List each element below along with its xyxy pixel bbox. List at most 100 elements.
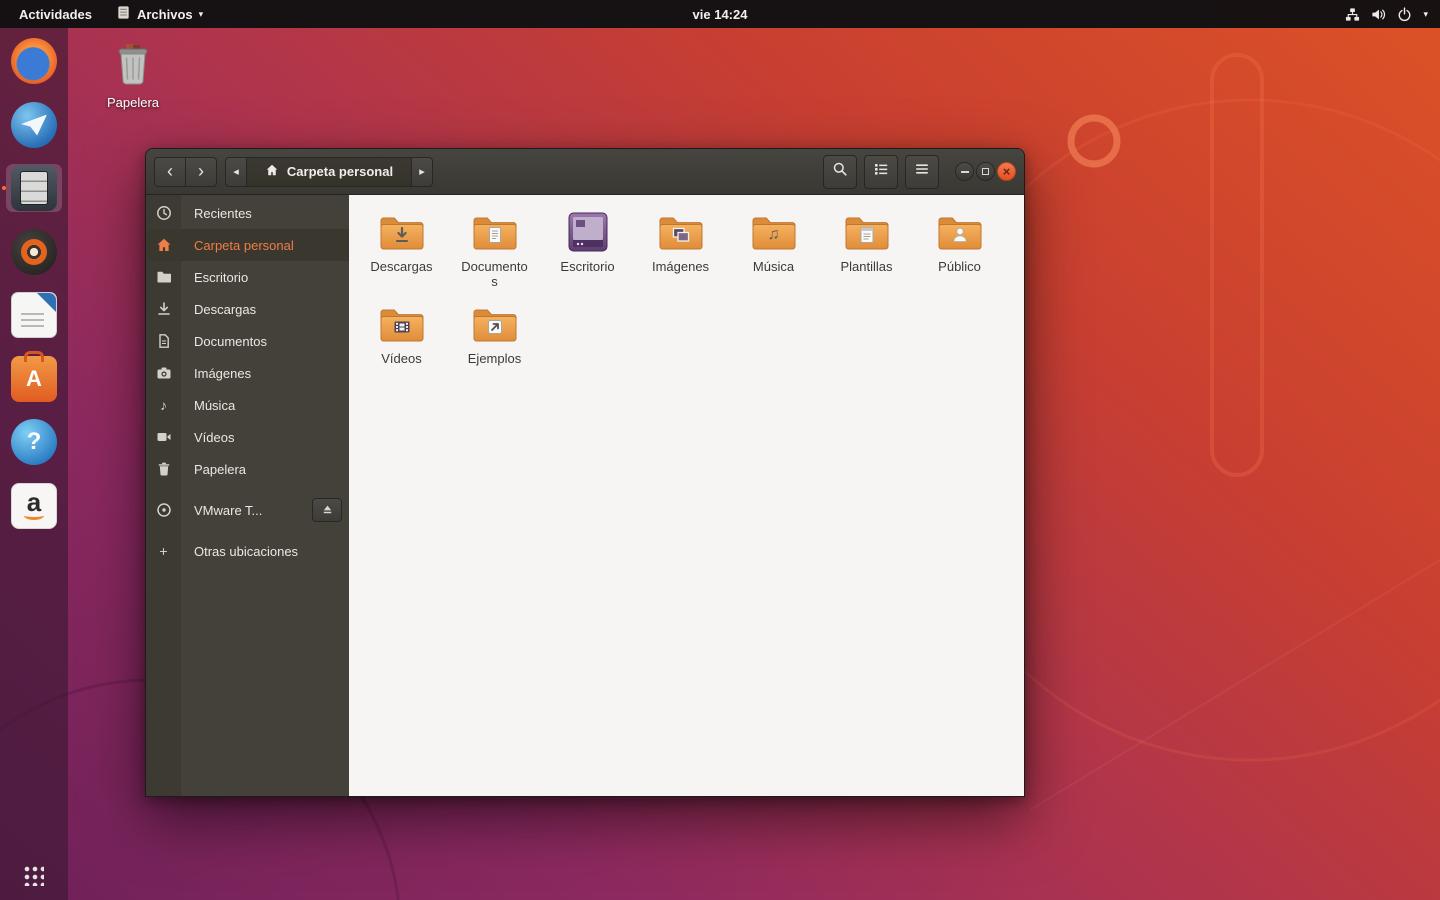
search-icon	[832, 161, 848, 182]
thunderbird-icon	[11, 102, 57, 148]
sidebar-item-recientes[interactable]: Recientes	[146, 197, 349, 229]
sidebar-item-descargas[interactable]: Descargas	[146, 293, 349, 325]
clock-button[interactable]: vie 14:24	[693, 0, 748, 28]
menu-button[interactable]	[905, 155, 939, 189]
bird-shape	[21, 115, 47, 136]
app-grid-icon	[24, 866, 44, 886]
amazon-icon: a	[11, 483, 57, 529]
files-icon	[11, 165, 57, 211]
running-indicator	[2, 186, 6, 190]
maximize-icon	[982, 168, 989, 175]
dock-item-amazon[interactable]: a	[6, 482, 62, 530]
file-item-plantillas[interactable]: Plantillas	[820, 209, 913, 301]
file-item-videos[interactable]: Vídeos	[355, 301, 448, 393]
libreoffice-writer-icon	[11, 292, 57, 338]
download-icon	[146, 301, 181, 317]
clock-icon	[146, 205, 181, 221]
forward-button[interactable]: ›	[185, 157, 217, 187]
sidebar-item-vmware-device[interactable]: VMware T...	[146, 494, 349, 526]
dock: A ? a	[0, 28, 68, 900]
folder-icon	[843, 209, 891, 257]
dock-item-thunderbird[interactable]	[6, 101, 62, 149]
page-corner-shape	[37, 293, 56, 312]
breadcrumb-label: Carpeta personal	[287, 164, 393, 179]
path-forward-button[interactable]: ▸	[411, 157, 433, 187]
view-toggle-button[interactable]	[864, 155, 898, 189]
file-item-ejemplos[interactable]: Ejemplos	[448, 301, 541, 393]
path-back-button[interactable]: ◂	[225, 157, 247, 187]
sidebar-item-videos[interactable]: Vídeos	[146, 421, 349, 453]
rhythmbox-icon	[11, 229, 57, 275]
trash-can-icon	[110, 42, 156, 93]
eject-icon	[321, 500, 334, 521]
breadcrumb[interactable]: Carpeta personal	[246, 157, 412, 187]
desktop-icon	[564, 209, 612, 257]
system-status-area[interactable]: ▾	[1345, 0, 1440, 28]
home-icon	[146, 237, 181, 253]
top-bar: Actividades Archivos ▾ vie 14:24 ▾	[0, 0, 1440, 28]
folder-icon	[471, 301, 519, 349]
maximize-button[interactable]	[976, 162, 995, 181]
software-letter: A	[26, 368, 42, 390]
sidebar-item-imagenes[interactable]: Imágenes	[146, 357, 349, 389]
file-list-area[interactable]: Descargas Documentos Escritorio	[349, 195, 1024, 796]
disk-icon	[146, 502, 181, 518]
dock-item-firefox[interactable]	[6, 37, 62, 85]
back-button[interactable]: ‹	[154, 157, 186, 187]
sidebar-item-carpeta-personal[interactable]: Carpeta personal	[146, 229, 349, 261]
file-item-escritorio[interactable]: Escritorio	[541, 209, 634, 301]
speaker-shape	[21, 239, 47, 265]
file-item-descargas[interactable]: Descargas	[355, 209, 448, 301]
photos-emblem-icon	[672, 226, 690, 244]
music-note-icon: ♪	[146, 398, 181, 412]
dock-item-libreoffice-writer[interactable]	[6, 291, 62, 339]
sidebar-item-documentos[interactable]: Documentos	[146, 325, 349, 357]
file-item-musica[interactable]: ♫ Música	[727, 209, 820, 301]
sidebar-item-otras-ubicaciones[interactable]: + Otras ubicaciones	[146, 535, 349, 567]
trash-icon	[146, 461, 181, 477]
app-menu-button[interactable]: Archivos ▾	[107, 0, 212, 28]
hamburger-icon	[914, 161, 930, 182]
folder-icon: ♫	[750, 209, 798, 257]
activities-button[interactable]: Actividades	[10, 0, 101, 28]
chevron-down-icon: ▾	[1423, 10, 1428, 19]
minimize-button[interactable]	[955, 162, 974, 181]
show-applications-button[interactable]	[0, 866, 68, 900]
home-icon	[265, 163, 279, 180]
file-item-imagenes[interactable]: Imágenes	[634, 209, 727, 301]
dock-item-files[interactable]	[6, 164, 62, 212]
minimize-icon	[961, 171, 969, 173]
plus-icon: +	[146, 544, 181, 558]
close-icon: ×	[1003, 165, 1011, 178]
search-button[interactable]	[823, 155, 857, 189]
folder-icon	[657, 209, 705, 257]
text-lines-shape	[21, 313, 44, 329]
files-app-icon	[116, 5, 131, 23]
dock-item-help[interactable]: ?	[6, 418, 62, 466]
ubuntu-software-icon: A	[11, 356, 57, 402]
file-item-publico[interactable]: Público	[913, 209, 1006, 301]
dock-item-rhythmbox[interactable]	[6, 228, 62, 276]
video-icon	[146, 429, 181, 445]
dock-item-ubuntu-software[interactable]: A	[6, 355, 62, 403]
power-icon	[1397, 7, 1412, 22]
file-item-documentos[interactable]: Documentos	[448, 209, 541, 301]
window-controls: ×	[953, 162, 1016, 181]
files-window: ‹ › ◂ Carpeta personal ▸ ×	[145, 148, 1025, 797]
folder-icon	[146, 269, 181, 285]
desktop-trash-icon[interactable]: Papelera	[100, 42, 166, 110]
sidebar-item-escritorio[interactable]: Escritorio	[146, 261, 349, 293]
sidebar-item-papelera[interactable]: Papelera	[146, 453, 349, 485]
path-bar: ◂ Carpeta personal ▸	[225, 157, 433, 187]
file-cabinet-shape	[21, 172, 47, 204]
eject-button[interactable]	[312, 498, 342, 522]
download-emblem-icon	[393, 226, 411, 244]
sidebar-item-musica[interactable]: ♪ Música	[146, 389, 349, 421]
list-view-icon	[873, 161, 889, 182]
camera-icon	[146, 365, 181, 381]
close-button[interactable]: ×	[997, 162, 1016, 181]
chevron-down-icon: ▾	[199, 10, 204, 19]
question-mark: ?	[27, 430, 42, 454]
folder-icon	[936, 209, 984, 257]
app-menu-label: Archivos	[137, 7, 193, 22]
